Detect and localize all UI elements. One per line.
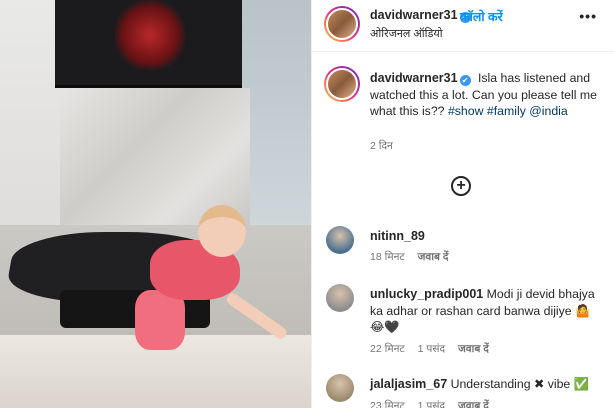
author-username[interactable]: davidwarner31 ✔: [370, 8, 471, 23]
caption-author-avatar[interactable]: [324, 66, 360, 102]
comment-likes[interactable]: 1 पसंद: [418, 400, 445, 408]
original-audio-link[interactable]: ओरिजनल ऑडियो: [370, 26, 443, 41]
comment-body: nitinn_89: [370, 228, 606, 245]
comment-time[interactable]: 23 मिनट: [370, 400, 405, 408]
caption-username[interactable]: davidwarner31 ✔: [370, 71, 471, 86]
comment-time[interactable]: 22 मिनट: [370, 343, 405, 355]
post-timestamp[interactable]: 2 दिन: [370, 139, 393, 153]
comment-likes[interactable]: 1 पसंद: [418, 343, 445, 355]
commenter-avatar[interactable]: [326, 374, 354, 402]
author-username-text[interactable]: davidwarner31: [370, 8, 458, 22]
comment-body: jalaljasim_67 Understanding ✖ vibe ✅: [370, 376, 606, 393]
follow-button[interactable]: फ़ॉलो करें: [460, 8, 503, 25]
media-child-head: [198, 205, 246, 257]
commenter-username[interactable]: jalaljasim_67: [370, 377, 447, 391]
reply-button[interactable]: जवाब दें: [418, 251, 449, 263]
post-details-panel: davidwarner31 ✔ फ़ॉलो करें ओरिजनल ऑडियो •…: [311, 0, 614, 408]
mention-india[interactable]: @india: [529, 104, 567, 118]
post-header: davidwarner31 ✔ फ़ॉलो करें ओरिजनल ऑडियो •…: [312, 0, 614, 52]
caption-username-text[interactable]: davidwarner31: [370, 71, 458, 85]
comment-meta: 23 मिनट 1 पसंद जवाब दें: [370, 399, 499, 408]
hashtag-show[interactable]: #show: [448, 104, 484, 118]
reply-button[interactable]: जवाब दें: [458, 400, 489, 408]
author-avatar[interactable]: [324, 6, 360, 42]
comment-meta: 22 मिनट 1 पसंद जवाब दें: [370, 342, 499, 356]
comment-meta: 18 मिनट जवाब दें: [370, 250, 458, 264]
plus-circle-icon[interactable]: +: [451, 176, 471, 196]
post-media[interactable]: [0, 0, 311, 408]
commenter-username[interactable]: nitinn_89: [370, 229, 425, 243]
post-caption: davidwarner31 ✔ Isla has listened and wat…: [370, 70, 605, 120]
hashtag-family[interactable]: #family: [487, 104, 526, 118]
commenter-username[interactable]: unlucky_pradip001: [370, 287, 483, 301]
comment-body: unlucky_pradip001 Modi ji devid bhajya k…: [370, 286, 606, 336]
commenter-avatar[interactable]: [326, 226, 354, 254]
more-options-icon[interactable]: •••: [579, 8, 597, 24]
verified-badge-icon: ✔: [459, 75, 471, 86]
commenter-avatar[interactable]: [326, 284, 354, 312]
comment-text: Understanding ✖ vibe ✅: [450, 377, 589, 391]
media-tv-screen: [115, 0, 185, 70]
reply-button[interactable]: जवाब दें: [458, 343, 489, 355]
comment-time[interactable]: 18 मिनट: [370, 251, 405, 263]
